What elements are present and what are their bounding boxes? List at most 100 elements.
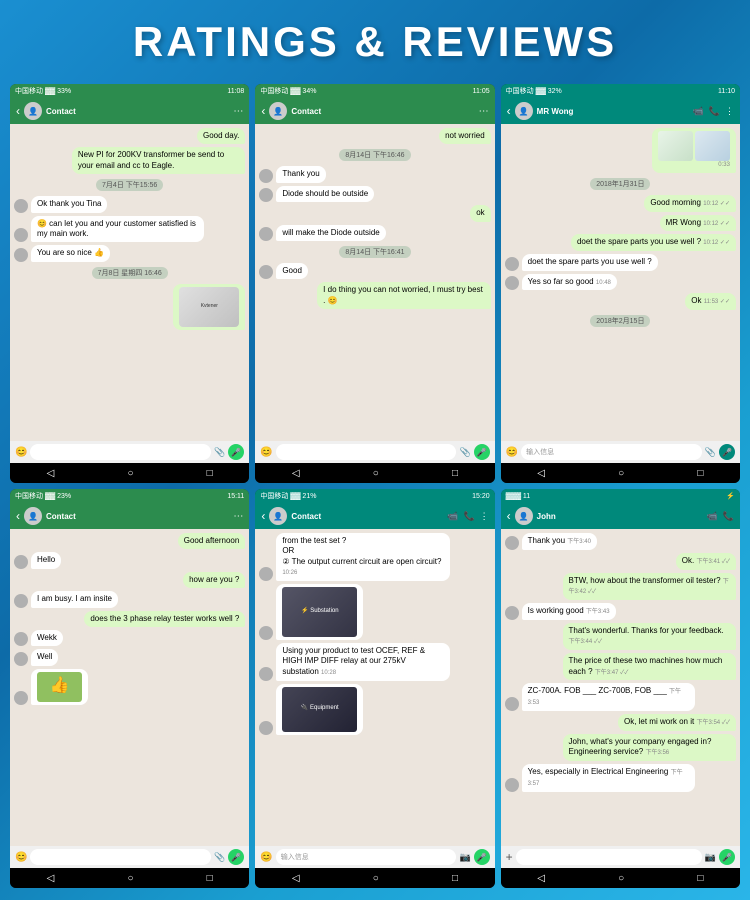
msg-6-2: Ok. 下午3:41 ✓✓ xyxy=(676,553,736,570)
nav-bar-4: ◁ ○ □ xyxy=(10,868,249,888)
emoji-btn-1[interactable]: 😊 xyxy=(15,447,27,458)
attach-icon-4[interactable]: 📎 xyxy=(214,852,225,863)
input-field-2[interactable] xyxy=(276,444,457,460)
chat-input-5: 😊 输入信息 📷 🎤 xyxy=(255,846,494,868)
mic-btn-1[interactable]: 🎤 xyxy=(228,444,244,460)
chat-header-3: ‹ 👤 MR Wong 📹 📞 ⋮ xyxy=(501,98,740,124)
chat-body-5: from the test set ?OR② The output curren… xyxy=(255,529,494,846)
page-title: RATINGS & REVIEWS xyxy=(0,0,750,78)
input-field-1[interactable] xyxy=(30,444,211,460)
date-1-1: 7月4日 下午15:56 xyxy=(96,179,163,191)
nav-bar-6: ◁ ○ □ xyxy=(501,868,740,888)
input-field-4[interactable] xyxy=(30,849,211,865)
home-nav-6[interactable]: ○ xyxy=(618,873,624,884)
avatar-2-1 xyxy=(259,169,273,183)
msg-6-1: Thank you 下午3:40 xyxy=(522,533,597,550)
back-icon-3[interactable]: ‹ xyxy=(507,104,511,118)
back-nav-3[interactable]: ◁ xyxy=(537,468,545,479)
home-nav-2[interactable]: ○ xyxy=(373,468,379,479)
mic-btn-5[interactable]: 🎤 xyxy=(474,849,490,865)
avatar-6: 👤 xyxy=(515,507,533,525)
chat-body-2: not worried 8月14日 下午16:46 Thank you Diod… xyxy=(255,124,494,441)
attach-icon-3[interactable]: 📎 xyxy=(705,447,716,458)
input-field-6[interactable] xyxy=(516,849,702,865)
msg-2-6: Good xyxy=(276,263,308,279)
emoji-btn-5[interactable]: 😊 xyxy=(260,852,272,863)
status-bar-6: ▓▓▓ 11 ⚡ xyxy=(501,489,740,503)
call-icon-3[interactable]: 📞 xyxy=(709,106,720,117)
home-nav-5[interactable]: ○ xyxy=(373,873,379,884)
chat-input-1: 😊 📎 🎤 xyxy=(10,441,249,463)
emoji-btn-4[interactable]: 😊 xyxy=(15,852,27,863)
input-field-5[interactable]: 输入信息 xyxy=(276,849,457,865)
nav-bar-1: ◁ ○ □ xyxy=(10,463,249,483)
video-icon-6[interactable]: 📹 xyxy=(707,511,718,522)
back-nav-2[interactable]: ◁ xyxy=(292,468,300,479)
msg-3-4: doet the spare parts you use well ? xyxy=(522,254,658,270)
home-nav-1[interactable]: ○ xyxy=(127,468,133,479)
video-icon-3[interactable]: 📹 xyxy=(693,106,704,117)
more-icon-3[interactable]: ⋮ xyxy=(725,106,734,117)
attach-icon-2[interactable]: 📎 xyxy=(459,447,470,458)
camera-icon-6[interactable]: 📷 xyxy=(705,852,716,863)
avatar-6-3 xyxy=(505,697,519,711)
back-nav-1[interactable]: ◁ xyxy=(47,468,55,479)
avatar-4-4 xyxy=(14,652,28,666)
msg-4-4: I am busy. I am insite xyxy=(31,591,118,607)
recent-nav-4[interactable]: □ xyxy=(207,873,213,884)
chat-input-2: 😊 📎 🎤 xyxy=(255,441,494,463)
recent-nav-3[interactable]: □ xyxy=(697,468,703,479)
msg-6-10: Yes, especially in Electrical Engineerin… xyxy=(522,764,695,792)
more-icon-5[interactable]: ⋮ xyxy=(480,511,489,522)
back-icon-5[interactable]: ‹ xyxy=(261,509,265,523)
recent-nav-1[interactable]: □ xyxy=(207,468,213,479)
chat-body-1: Good day. New PI for 200KV transformer b… xyxy=(10,124,249,441)
more-icon-2[interactable]: ⋯ xyxy=(479,106,489,117)
more-icon-1[interactable]: ⋯ xyxy=(233,106,243,117)
back-icon-1[interactable]: ‹ xyxy=(16,104,20,118)
attach-icon-1[interactable]: 📎 xyxy=(214,447,225,458)
msg-6-8: Ok, let mi work on it 下午3:54 ✓✓ xyxy=(618,714,736,731)
avatar-5-4 xyxy=(259,721,273,735)
video-icon-5[interactable]: 📹 xyxy=(447,511,458,522)
back-icon-6[interactable]: ‹ xyxy=(507,509,511,523)
avatar-4-3 xyxy=(14,632,28,646)
msg-1-img: Kvtener xyxy=(173,284,245,330)
avatar-4-1 xyxy=(14,555,28,569)
input-field-3[interactable]: 输入信息 xyxy=(521,444,702,460)
recent-nav-2[interactable]: □ xyxy=(452,468,458,479)
more-icon-4[interactable]: ⋯ xyxy=(233,511,243,522)
msg-6-5: That's wonderful. Thanks for your feedba… xyxy=(563,623,736,650)
back-nav-4[interactable]: ◁ xyxy=(47,873,55,884)
home-nav-4[interactable]: ○ xyxy=(127,873,133,884)
chat-header-1: ‹ 👤 Contact ⋯ xyxy=(10,98,249,124)
mic-btn-4[interactable]: 🎤 xyxy=(228,849,244,865)
avatar-1: 👤 xyxy=(24,102,42,120)
back-icon-2[interactable]: ‹ xyxy=(261,104,265,118)
recent-nav-6[interactable]: □ xyxy=(697,873,703,884)
msg-1-1: Good day. xyxy=(197,128,245,144)
home-nav-3[interactable]: ○ xyxy=(618,468,624,479)
add-btn-6[interactable]: + xyxy=(506,850,513,864)
call-icon-5[interactable]: 📞 xyxy=(463,511,474,522)
contact-name-1: Contact xyxy=(46,107,76,116)
recent-nav-5[interactable]: □ xyxy=(452,873,458,884)
msg-2-7: I do thing you can not worried, I must t… xyxy=(317,282,490,309)
emoji-btn-2[interactable]: 😊 xyxy=(260,447,272,458)
mic-btn-2[interactable]: 🎤 xyxy=(474,444,490,460)
back-icon-4[interactable]: ‹ xyxy=(16,509,20,523)
emoji-btn-3[interactable]: 😊 xyxy=(506,447,518,458)
date-3-1: 2018年1月31日 xyxy=(590,178,650,190)
contact-name-2: Contact xyxy=(291,107,321,116)
avatar-3: 👤 xyxy=(515,102,533,120)
back-nav-6[interactable]: ◁ xyxy=(537,873,545,884)
mic-btn-3[interactable]: 🎤 xyxy=(719,444,735,460)
grid-container: 中国移动 ▓▓ 33% 11:08 ‹ 👤 Contact ⋯ Good day… xyxy=(0,78,750,898)
msg-1-2: New PI for 200KV transformer be send to … xyxy=(72,147,245,174)
back-nav-5[interactable]: ◁ xyxy=(292,873,300,884)
call-icon-6[interactable]: 📞 xyxy=(723,511,734,522)
attach-icon-5[interactable]: 📷 xyxy=(459,852,470,863)
mic-btn-6[interactable]: 🎤 xyxy=(719,849,735,865)
status-bar-4: 中国移动 ▓▓ 23% 15:11 xyxy=(10,489,249,503)
chat-header-6: ‹ 👤 John 📹 📞 xyxy=(501,503,740,529)
